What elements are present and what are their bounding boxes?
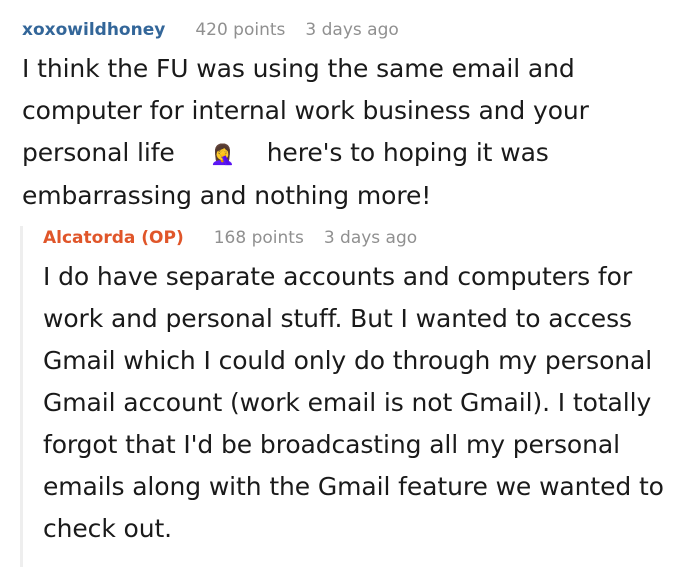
comment-points: 420 points <box>195 20 286 40</box>
comment-timestamp: 3 days ago <box>305 20 399 40</box>
comment: xoxowildhoney 420 points 3 days ago I th… <box>22 18 682 217</box>
comment-timestamp: 3 days ago <box>323 228 418 248</box>
reply-comment: Alcatorda (OP) 168 points 3 days ago I d… <box>20 226 685 550</box>
comment-body: I think the FU was using the same email … <box>22 48 682 217</box>
comment-author[interactable]: xoxowildhoney <box>22 18 165 42</box>
comment-points: 168 points <box>213 228 304 248</box>
comment-meta: xoxowildhoney 420 points 3 days ago <box>22 18 682 42</box>
comment-body: I do have separate accounts and computer… <box>43 262 664 543</box>
facepalm-emoji-icon: 🤦‍♀️ <box>210 142 236 166</box>
comment-author-op[interactable]: Alcatorda (OP) <box>43 226 184 250</box>
comment-meta: Alcatorda (OP) 168 points 3 days ago <box>43 226 685 250</box>
